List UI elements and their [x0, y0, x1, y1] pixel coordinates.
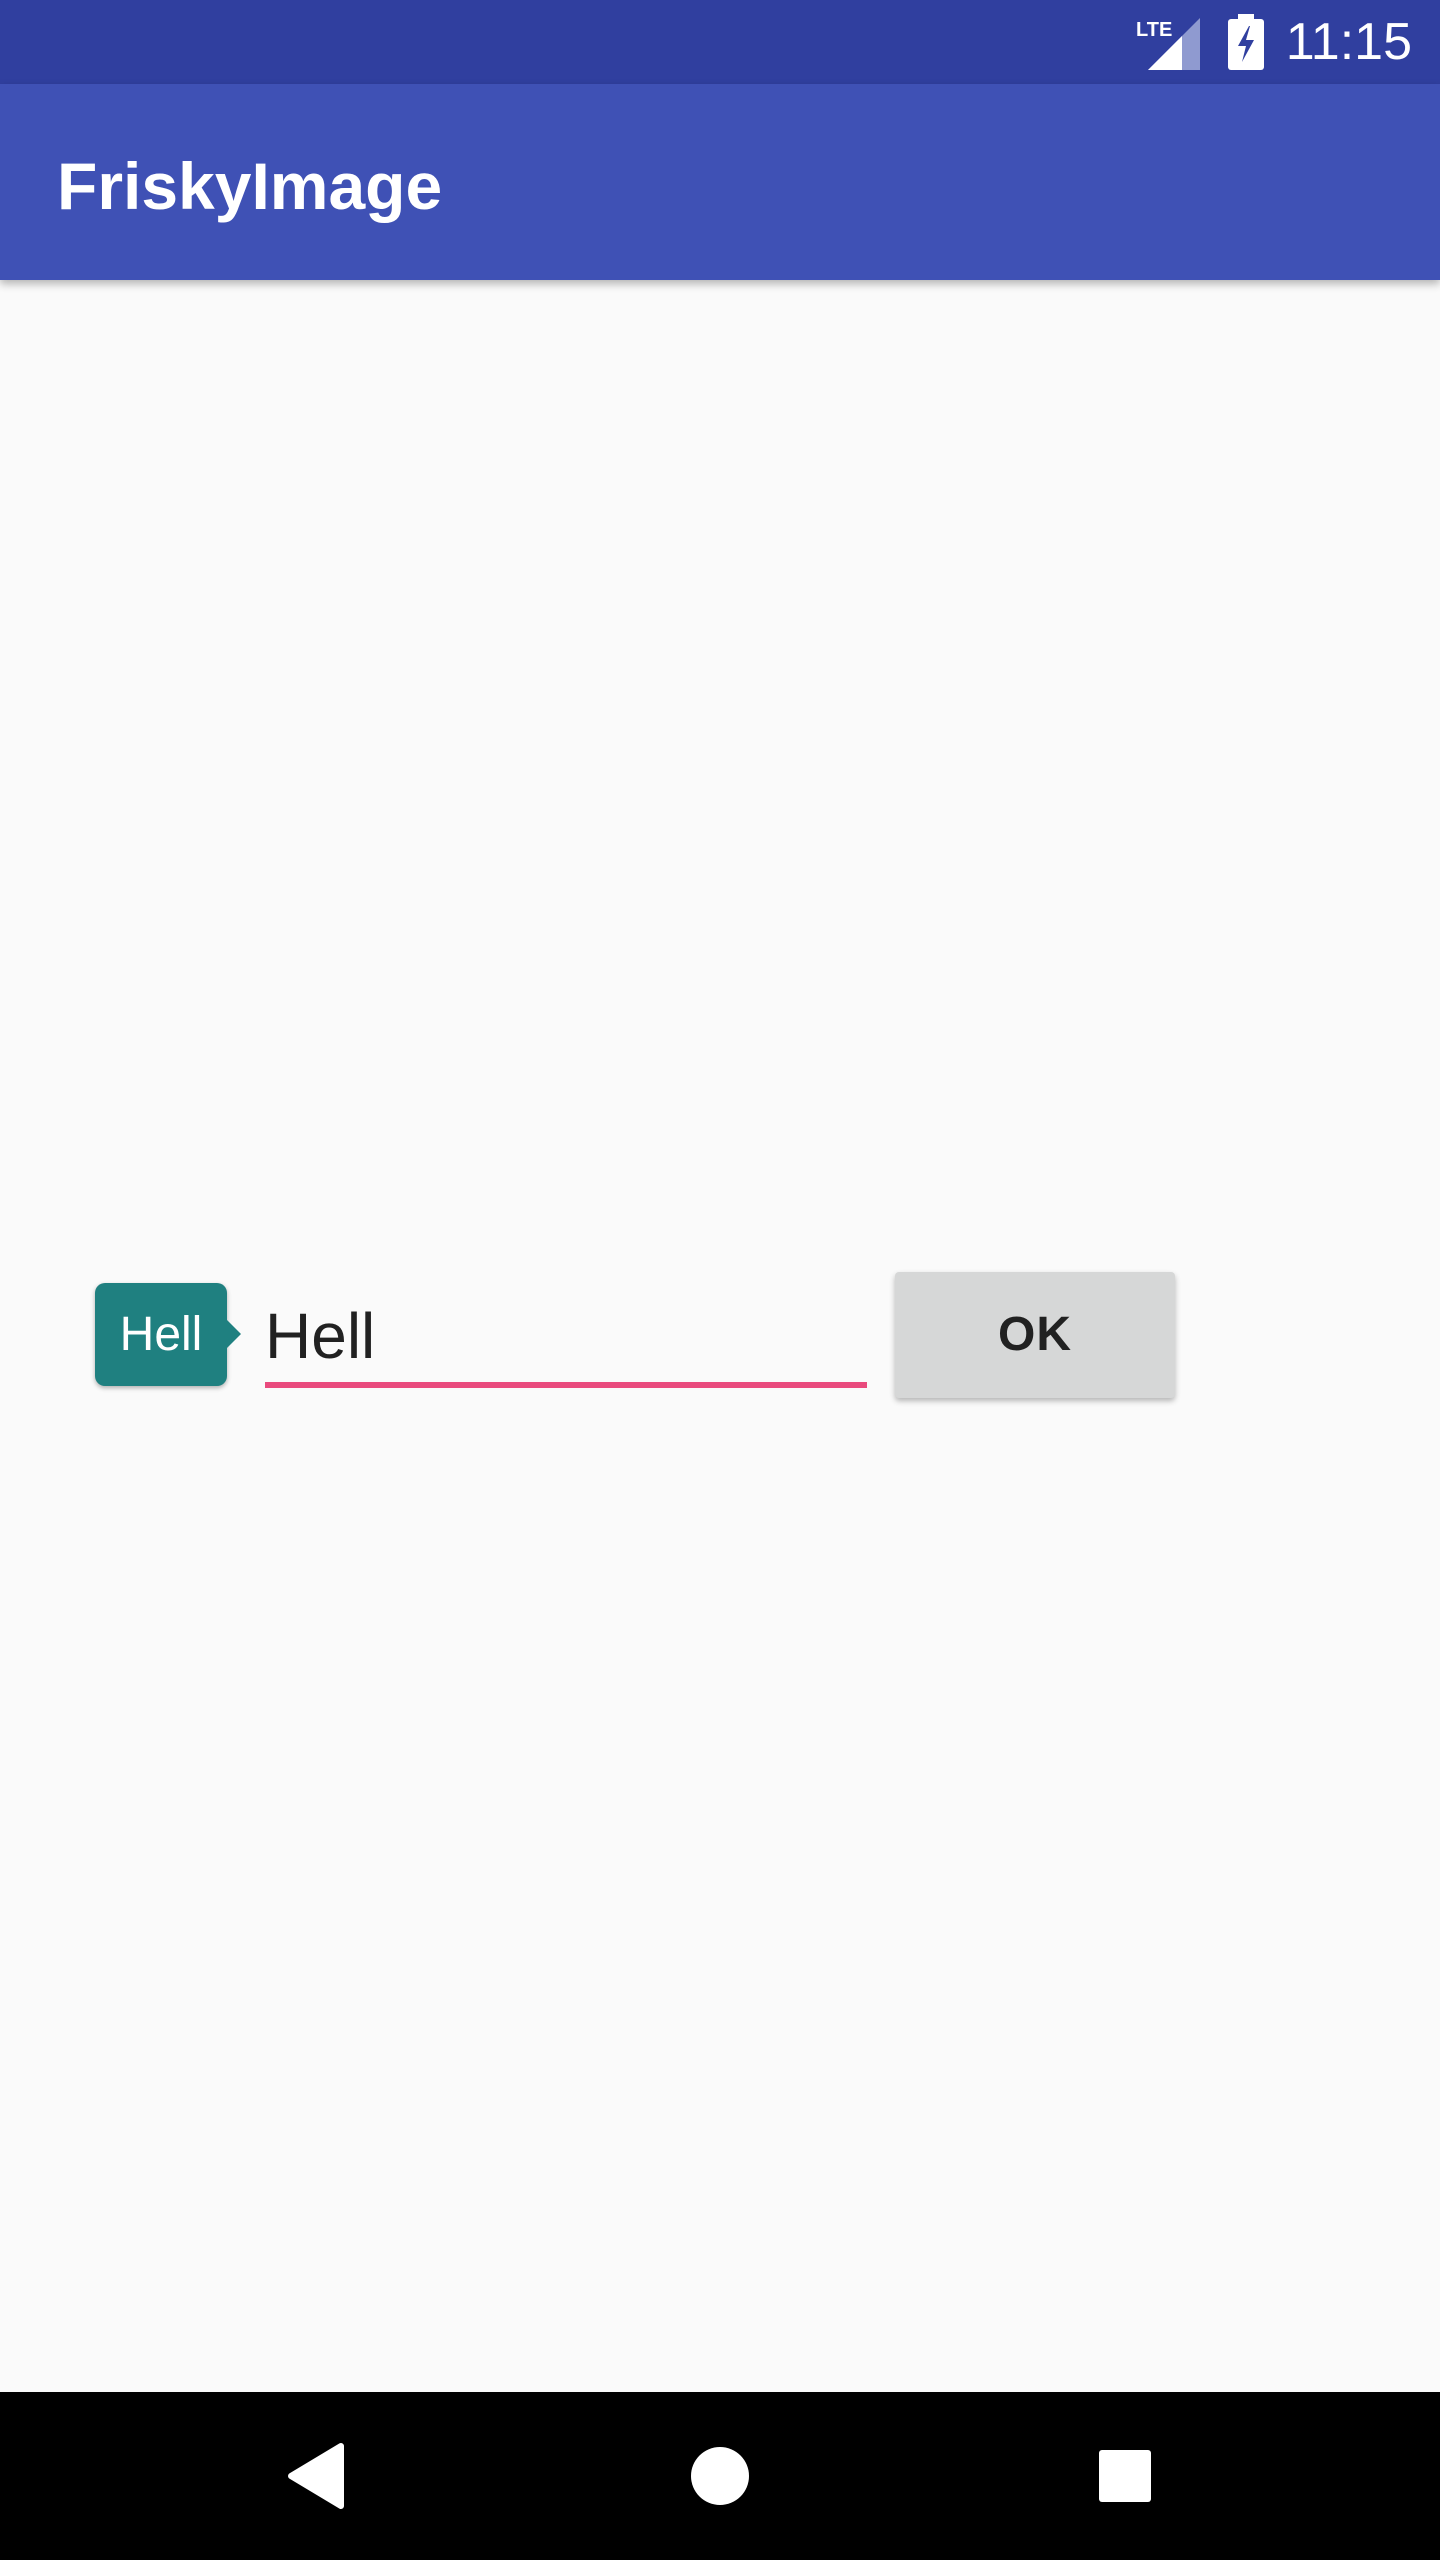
- battery-charging-icon: [1228, 14, 1264, 70]
- ok-button[interactable]: OK: [895, 1272, 1175, 1398]
- home-icon: [691, 2447, 749, 2505]
- app-bar: FriskyImage: [0, 84, 1440, 280]
- text-input-value[interactable]: Hell: [265, 1298, 375, 1374]
- autocomplete-tooltip[interactable]: Hell: [95, 1283, 241, 1386]
- home-button[interactable]: [636, 2392, 804, 2560]
- ok-button-label: OK: [998, 1308, 1072, 1361]
- text-input-field[interactable]: Hell: [265, 1290, 867, 1390]
- status-time: 11:15: [1285, 13, 1412, 71]
- recents-button[interactable]: [1041, 2392, 1209, 2560]
- navigation-bar: [0, 2392, 1440, 2560]
- back-button[interactable]: [231, 2392, 399, 2560]
- lte-signal-icon: LTE: [1136, 18, 1200, 70]
- back-icon: [288, 2443, 344, 2509]
- app-title: FriskyImage: [57, 149, 443, 223]
- svg-text:LTE: LTE: [1136, 19, 1172, 41]
- tooltip-arrow: [226, 1319, 241, 1349]
- recents-icon: [1099, 2450, 1151, 2502]
- status-bar: LTE 11:15: [0, 0, 1440, 84]
- text-input-underline: [265, 1382, 867, 1388]
- tooltip-text: Hell: [119, 1308, 203, 1361]
